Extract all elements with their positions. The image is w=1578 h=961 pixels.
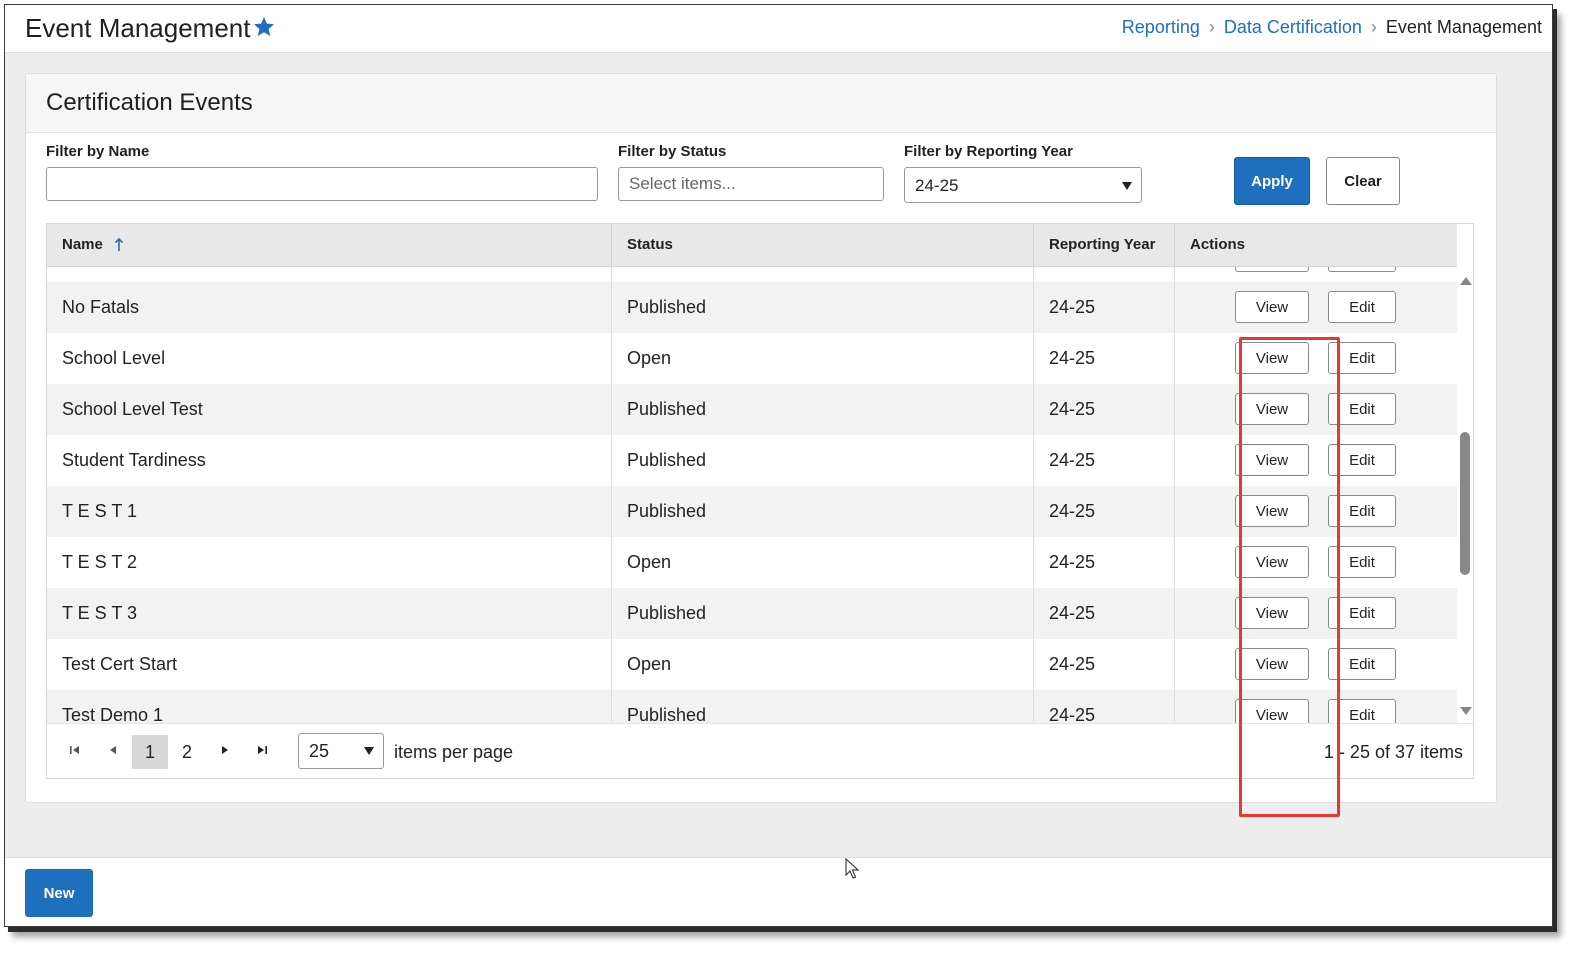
bottom-action-bar: New — [5, 857, 1552, 926]
first-page-icon[interactable] — [69, 744, 81, 756]
cell-name: Test Demo 1 — [47, 690, 612, 723]
cell-year: 24-25 — [1034, 333, 1175, 384]
cell-year: 24-25 — [1034, 690, 1175, 723]
dropdown-caret-icon — [364, 747, 374, 755]
cell-year: 24-25 — [1034, 588, 1175, 639]
cell-name: Test Cert Start — [47, 639, 612, 690]
scroll-down-arrow-icon[interactable] — [1460, 707, 1472, 715]
page-1-button[interactable]: 1 — [132, 735, 168, 769]
clear-button[interactable]: Clear — [1326, 157, 1400, 205]
breadcrumb-reporting[interactable]: Reporting — [1122, 17, 1200, 38]
page-2-button[interactable]: 2 — [169, 735, 205, 769]
cell-status: Published — [612, 384, 1034, 435]
cell-status: Open — [612, 639, 1034, 690]
column-header-name-label: Name — [62, 236, 103, 253]
favorite-star-icon[interactable] — [252, 15, 276, 39]
dropdown-caret-icon — [1122, 182, 1132, 190]
table-row — [47, 267, 1457, 282]
cell-status: Published — [612, 588, 1034, 639]
new-button[interactable]: New — [25, 869, 93, 917]
vertical-scrollbar[interactable] — [1457, 267, 1473, 723]
filter-name-input[interactable] — [46, 167, 598, 201]
cell-year: 24-25 — [1034, 282, 1175, 333]
cell-status: Published — [612, 282, 1034, 333]
breadcrumb-current: Event Management — [1385, 17, 1542, 37]
cell-name: No Fatals — [47, 282, 612, 333]
breadcrumb-data-certification[interactable]: Data Certification — [1224, 17, 1362, 38]
column-header-status[interactable]: Status — [612, 224, 1034, 266]
cell-year: 24-25 — [1034, 486, 1175, 537]
cell-name: School Level Test — [47, 384, 612, 435]
grid-header: Name Status Reporting Year Actions — [47, 224, 1457, 267]
apply-button[interactable]: Apply — [1234, 157, 1310, 205]
breadcrumb: Reporting › Data Certification › Event M… — [1122, 17, 1542, 38]
scroll-up-arrow-icon[interactable] — [1460, 277, 1472, 285]
chevron-right-icon: › — [1370, 17, 1377, 37]
filter-name-label: Filter by Name — [46, 143, 150, 160]
filter-year-value: 24-25 — [915, 176, 959, 195]
certification-events-card: Certification Events Filter by Name Filt… — [25, 73, 1497, 817]
next-page-icon[interactable] — [219, 744, 231, 756]
sort-ascending-icon — [114, 238, 124, 251]
previous-page-icon[interactable] — [107, 744, 119, 756]
cell-name: T E S T 2 — [47, 537, 612, 588]
highlight-annotation — [1239, 337, 1340, 817]
pager-info: 1 - 25 of 37 items — [1323, 742, 1463, 762]
card-title: Certification Events — [46, 89, 253, 116]
filter-status-label: Filter by Status — [618, 143, 727, 160]
view-button[interactable]: View — [1235, 291, 1309, 323]
card-header: Certification Events — [26, 74, 1496, 133]
filter-year-label: Filter by Reporting Year — [904, 143, 1073, 160]
cell-name: T E S T 1 — [47, 486, 612, 537]
cell-status: Published — [612, 435, 1034, 486]
cell-year: 24-25 — [1034, 435, 1175, 486]
column-header-name[interactable]: Name — [47, 224, 612, 266]
scrollbar-thumb[interactable] — [1460, 432, 1470, 575]
cell-status: Published — [612, 690, 1034, 723]
cell-year: 24-25 — [1034, 639, 1175, 690]
app-window: Event Management Reporting › Data Certif… — [4, 4, 1553, 927]
filter-status-multiselect[interactable] — [618, 167, 884, 201]
cell-status: Published — [612, 486, 1034, 537]
mouse-cursor-icon — [845, 858, 859, 879]
items-per-page-label: items per page — [394, 742, 514, 762]
column-header-reporting-year[interactable]: Reporting Year — [1034, 224, 1175, 266]
cell-status: Open — [612, 537, 1034, 588]
view-button[interactable] — [1235, 267, 1309, 272]
page-size-value: 25 — [309, 741, 330, 761]
cell-year: 24-25 — [1034, 384, 1175, 435]
edit-button[interactable] — [1328, 267, 1396, 272]
cell-status: Open — [612, 333, 1034, 384]
column-header-actions: Actions — [1190, 236, 1246, 253]
cell-name: T E S T 3 — [47, 588, 612, 639]
cell-name: School Level — [47, 333, 612, 384]
filter-year-dropdown[interactable]: 24-25 — [904, 167, 1142, 203]
last-page-icon[interactable] — [256, 744, 268, 756]
chevron-right-icon: › — [1208, 17, 1215, 37]
page-size-dropdown[interactable]: 25 — [298, 733, 384, 769]
cell-year: 24-25 — [1034, 537, 1175, 588]
top-bar: Event Management Reporting › Data Certif… — [5, 5, 1552, 53]
table-row: No Fatals Published 24-25 View Edit — [47, 282, 1457, 333]
cell-name: Student Tardiness — [47, 435, 612, 486]
edit-button[interactable]: Edit — [1328, 291, 1396, 323]
page-title: Event Management — [25, 13, 251, 43]
